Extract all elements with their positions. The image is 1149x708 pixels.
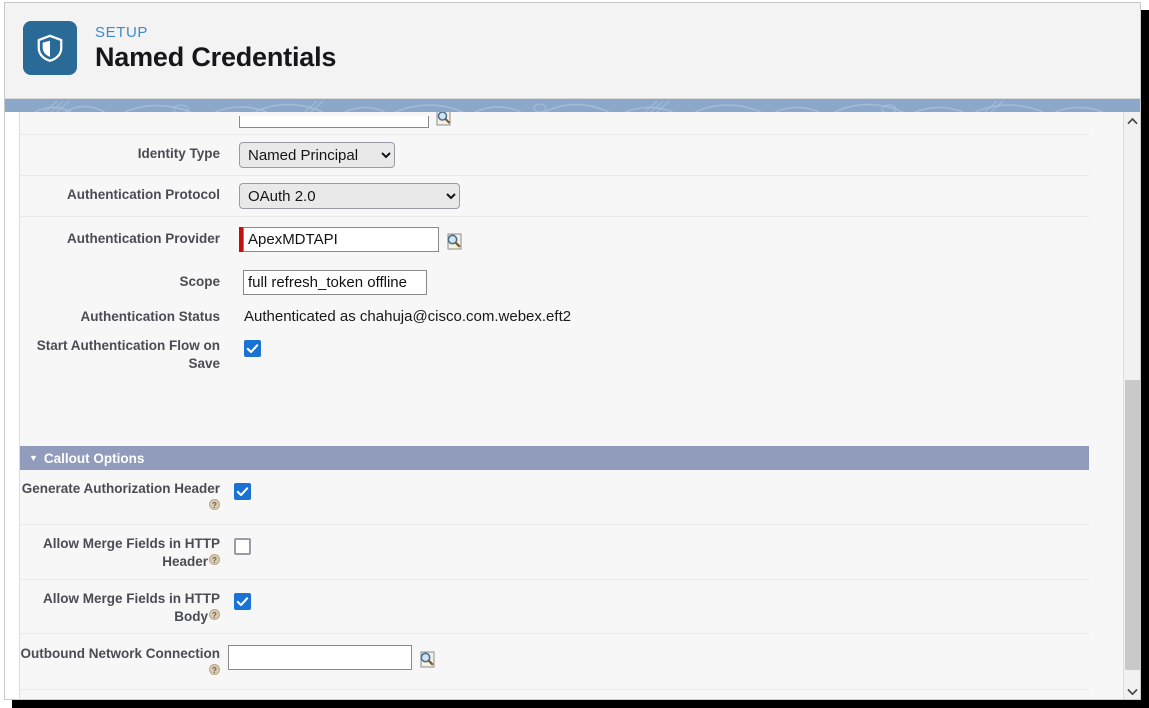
form-row-authentication-provider: Authentication Provider xyxy=(20,217,1089,264)
form-row-scope: Scope xyxy=(20,264,1089,302)
partial-top-input[interactable] xyxy=(239,116,429,128)
outbound-network-connection-input[interactable] xyxy=(228,645,412,671)
breadcrumb-setup: SETUP xyxy=(95,23,149,41)
authentication-status-field: Authenticated as chahuja@cisco.com.webex… xyxy=(228,302,1089,333)
identity-type-select[interactable]: Named Principal xyxy=(239,142,395,168)
start-authentication-flow-checkbox[interactable] xyxy=(244,339,261,357)
vertical-scrollbar[interactable] xyxy=(1123,112,1140,699)
form-row-generate-authorization-header: Generate Authorization Header? xyxy=(20,470,1089,526)
form-row-authentication-status: Authentication Status Authenticated as c… xyxy=(20,302,1089,334)
form-row-start-authentication-flow: Start Authentication Flow on Save xyxy=(20,334,1089,381)
form-row-authentication-protocol: Authentication Protocol OAuth 2.0 xyxy=(20,176,1089,217)
outbound-network-connection-label: Outbound Network Connection? xyxy=(20,646,220,676)
authentication-provider-field xyxy=(228,217,1089,264)
help-icon[interactable]: ? xyxy=(209,608,220,620)
outbound-network-connection-lookup-icon[interactable] xyxy=(417,649,437,669)
authentication-status-label: Authentication Status xyxy=(80,309,220,324)
partial-top-field xyxy=(228,112,1089,134)
named-credential-form: Identity Type Named Principal Authentica… xyxy=(20,112,1089,699)
allow-merge-fields-http-body-field xyxy=(228,580,1089,616)
allow-merge-fields-http-body-label: Allow Merge Fields in HTTP Body? xyxy=(42,590,220,624)
detail-form-scroll-region: Identity Type Named Principal Authentica… xyxy=(19,112,1127,699)
authentication-provider-lookup-icon[interactable] xyxy=(444,231,464,251)
lookup-magnifier-icon[interactable] xyxy=(434,112,454,128)
authentication-provider-label: Authentication Provider xyxy=(66,231,220,246)
help-icon[interactable]: ? xyxy=(209,553,220,565)
start-authentication-flow-field xyxy=(228,334,1089,363)
authentication-protocol-label: Authentication Protocol xyxy=(67,187,220,202)
form-row-identity-type: Identity Type Named Principal xyxy=(20,135,1089,176)
scope-label: Scope xyxy=(179,274,220,289)
scroll-down-arrow-icon[interactable] xyxy=(1124,683,1140,699)
setup-header: SETUP Named Credentials xyxy=(5,3,1140,99)
authentication-protocol-select[interactable]: OAuth 2.0 xyxy=(239,183,460,209)
generate-authorization-header-checkbox[interactable] xyxy=(234,483,251,501)
scrollbar-thumb[interactable] xyxy=(1125,380,1140,670)
section-spacer xyxy=(20,380,1089,447)
identity-type-label: Identity Type xyxy=(137,146,220,161)
allow-merge-fields-http-header-checkbox[interactable] xyxy=(234,538,251,556)
start-authentication-flow-label: Start Authentication Flow on Save xyxy=(36,337,220,371)
generate-authorization-header-field xyxy=(228,470,1089,506)
scroll-up-arrow-icon[interactable] xyxy=(1124,112,1140,129)
setup-window: SETUP Named Credentials Identity Type Na… xyxy=(4,2,1141,700)
identity-type-field: Named Principal xyxy=(228,135,1089,175)
allow-merge-fields-http-header-field xyxy=(228,525,1089,561)
authentication-status-value: Authenticated as chahuja@cisco.com.webex… xyxy=(244,308,572,325)
generate-authorization-header-label: Generate Authorization Header? xyxy=(21,481,220,511)
form-row-allow-merge-fields-http-body: Allow Merge Fields in HTTP Body? xyxy=(20,580,1089,635)
allow-merge-fields-http-header-label: Allow Merge Fields in HTTP Header? xyxy=(42,536,220,569)
form-row-partial-top xyxy=(20,112,1089,135)
help-icon[interactable]: ? xyxy=(209,499,220,511)
page-title: Named Credentials xyxy=(95,41,337,72)
collapse-caret-icon[interactable]: ▼ xyxy=(29,453,38,463)
help-icon[interactable]: ? xyxy=(209,664,220,676)
authentication-provider-input[interactable] xyxy=(243,227,439,252)
scope-input[interactable] xyxy=(243,270,427,295)
authentication-protocol-field: OAuth 2.0 xyxy=(228,176,1089,216)
outbound-network-connection-field xyxy=(228,634,1089,677)
shield-icon xyxy=(23,21,77,75)
callout-options-title: Callout Options xyxy=(43,450,145,466)
form-row-outbound-network-connection: Outbound Network Connection? xyxy=(20,634,1089,690)
footer-spacer xyxy=(20,689,1089,699)
allow-merge-fields-http-body-checkbox[interactable] xyxy=(234,592,251,610)
decorative-banner xyxy=(5,99,1140,112)
scope-field xyxy=(228,264,1089,302)
partial-top-label xyxy=(20,112,228,120)
callout-options-section-header[interactable]: ▼ Callout Options xyxy=(20,446,1089,471)
form-row-allow-merge-fields-http-header: Allow Merge Fields in HTTP Header? xyxy=(20,525,1089,580)
